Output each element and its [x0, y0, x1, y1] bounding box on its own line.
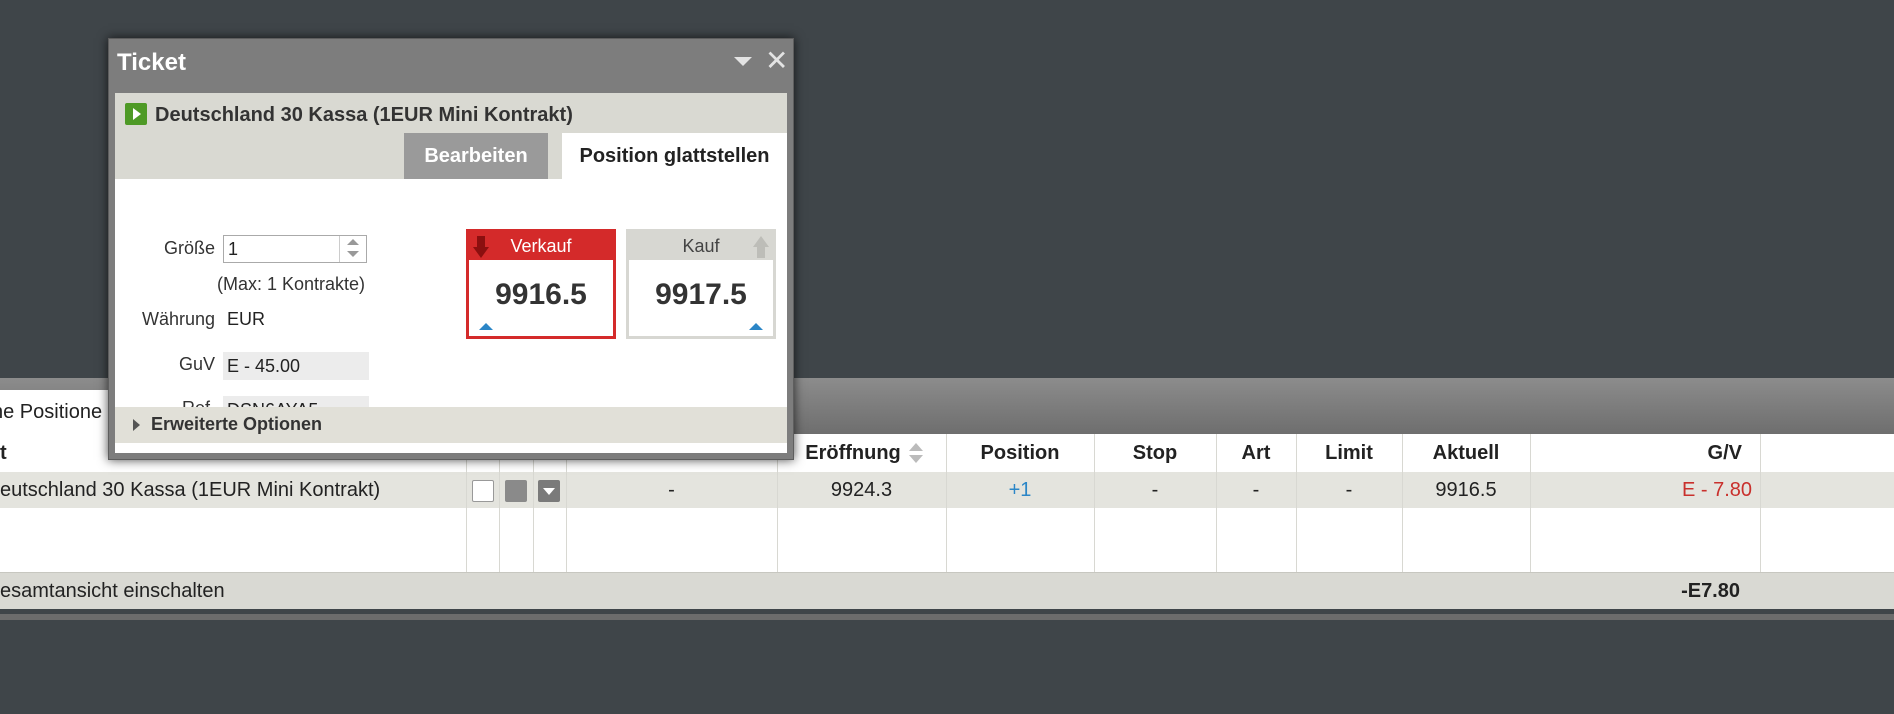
row-opening-value: 9924.3: [830, 478, 893, 501]
sell-label: Verkauf: [510, 235, 572, 256]
row-position-value: +1: [1008, 478, 1032, 501]
details-icon[interactable]: [472, 480, 494, 502]
header-type-label: Art: [1241, 441, 1271, 464]
header-opening-label: Eröffnung: [805, 441, 901, 464]
row-current: 9916.5: [1402, 472, 1530, 508]
header-position-label: Position: [980, 441, 1060, 464]
row-limit[interactable]: -: [1296, 472, 1402, 508]
header-current[interactable]: Aktuell: [1402, 434, 1530, 472]
empty-row: [0, 508, 1894, 572]
row-col4-value: -: [668, 478, 675, 501]
table-footer: esamtansicht einschalten -E7.80: [0, 572, 1894, 609]
header-pl-label: G/V: [1707, 441, 1742, 464]
panel-bottom-border: [0, 614, 1894, 620]
stepper-up-icon[interactable]: [347, 239, 359, 245]
header-stop[interactable]: Stop: [1094, 434, 1216, 472]
instrument-bar: Deutschland 30 Kassa (1EUR Mini Kontrakt…: [115, 93, 787, 179]
ticket-title[interactable]: Ticket: [117, 49, 186, 77]
overview-toggle-label: esamtansicht einschalten: [0, 579, 225, 602]
currency-value: EUR: [227, 309, 266, 329]
sort-icon[interactable]: [908, 441, 923, 465]
tab-open-positions-label: ne Positione: [0, 401, 103, 423]
close-icon[interactable]: ✕: [765, 47, 788, 75]
row-opening: 9924.3: [777, 472, 946, 508]
tick-up-icon: [479, 323, 493, 330]
header-limit[interactable]: Limit: [1296, 434, 1402, 472]
advanced-options-toggle[interactable]: Erweiterte Optionen: [115, 407, 787, 443]
header-market-label: t: [0, 441, 7, 464]
row-type-value: -: [1252, 478, 1260, 501]
overview-toggle[interactable]: esamtansicht einschalten: [0, 573, 400, 609]
total-pl-value: -E7.80: [1681, 579, 1740, 602]
ticket-dialog[interactable]: Ticket ✕ Deutschland 30 Kassa (1EUR Mini…: [108, 38, 794, 460]
tab-close-position[interactable]: Position glattstellen: [562, 133, 787, 179]
buy-label: Kauf: [682, 235, 720, 256]
row-stop[interactable]: -: [1094, 472, 1216, 508]
tick-up-icon: [749, 323, 763, 330]
buy-header: Kauf: [629, 232, 773, 260]
advanced-options-label: Erweiterte Optionen: [151, 414, 323, 434]
row-stop-value: -: [1151, 478, 1159, 501]
stepper-down-icon[interactable]: [347, 251, 359, 257]
size-value: 1: [228, 239, 239, 259]
size-stepper[interactable]: [339, 236, 366, 262]
sell-header: Verkauf: [469, 232, 613, 260]
header-current-label: Aktuell: [1432, 441, 1500, 464]
size-input[interactable]: 1: [223, 235, 367, 263]
row-market-label: eutschland 30 Kassa (1EUR Mini Kontrakt): [0, 478, 381, 501]
header-opening[interactable]: Eröffnung: [784, 434, 944, 472]
arrow-up-icon: [753, 236, 769, 258]
ticket-body: Deutschland 30 Kassa (1EUR Mini Kontrakt…: [115, 93, 787, 453]
tab-edit[interactable]: Bearbeiten: [404, 133, 548, 179]
header-type[interactable]: Art: [1216, 434, 1296, 472]
expand-arrow-icon: [133, 419, 140, 431]
size-label: Größe: [163, 238, 215, 258]
row-type: -: [1216, 472, 1296, 508]
chart-icon[interactable]: [505, 480, 527, 502]
max-size-note: (Max: 1 Kontrakte): [217, 274, 366, 294]
arrow-down-icon: [473, 236, 489, 258]
dropdown-icon[interactable]: [538, 480, 560, 502]
row-position[interactable]: +1: [946, 472, 1094, 508]
header-position[interactable]: Position: [946, 434, 1094, 472]
instrument-name: Deutschland 30 Kassa (1EUR Mini Kontrakt…: [155, 104, 573, 126]
row-pl-value: E - 7.80: [1681, 478, 1752, 501]
total-pl: -E7.80: [1600, 573, 1740, 609]
pl-label: GuV: [178, 354, 215, 374]
header-stop-label: Stop: [1132, 441, 1178, 464]
header-pl[interactable]: G/V: [1530, 434, 1742, 472]
play-icon[interactable]: [125, 103, 147, 125]
row-col4: -: [566, 472, 777, 508]
table-row[interactable]: eutschland 30 Kassa (1EUR Mini Kontrakt)…: [0, 472, 1894, 508]
currency-label: Währung: [141, 309, 215, 329]
pl-field: E - 45.00: [223, 352, 369, 380]
sell-price: 9916.5: [495, 278, 587, 311]
dropdown-arrow-icon[interactable]: [734, 57, 752, 66]
row-limit-value: -: [1345, 478, 1353, 501]
row-market[interactable]: eutschland 30 Kassa (1EUR Mini Kontrakt): [0, 472, 466, 508]
buy-price: 9917.5: [655, 278, 747, 311]
row-current-value: 9916.5: [1435, 478, 1497, 501]
sell-button[interactable]: Verkauf 9916.5: [466, 229, 616, 339]
buy-button[interactable]: Kauf 9917.5: [626, 229, 776, 339]
header-limit-label: Limit: [1325, 441, 1373, 464]
row-pl: E - 7.80: [1530, 472, 1752, 508]
tab-open-positions[interactable]: ne Positione: [0, 390, 112, 434]
